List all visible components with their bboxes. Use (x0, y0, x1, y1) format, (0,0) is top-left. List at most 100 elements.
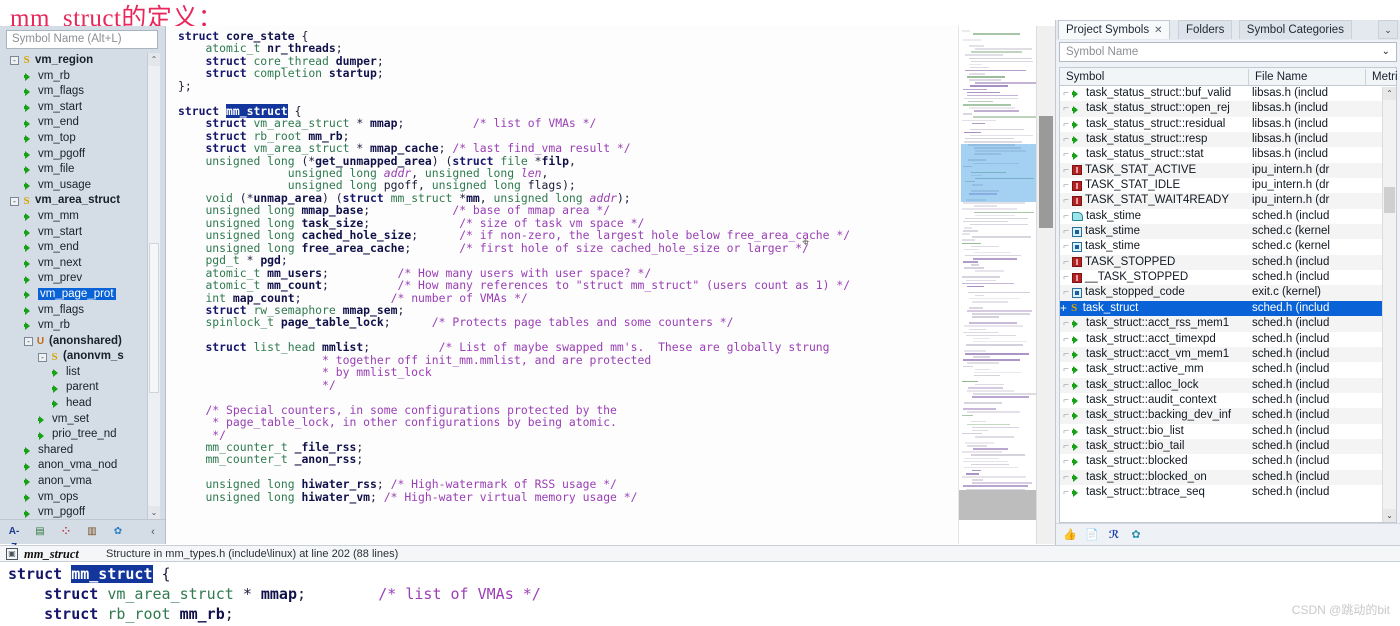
symbol-tree-item[interactable]: vm_end (4, 115, 160, 131)
list-view-icon[interactable]: ▤ (32, 524, 48, 540)
symbol-row[interactable]: ⌐ task_stime sched.h (includ (1060, 209, 1396, 224)
column-header-symbol[interactable]: Symbol (1060, 68, 1248, 86)
context-preview-pane[interactable]: struct mm_struct { struct vm_area_struct… (0, 562, 1400, 626)
scroll-up-icon[interactable]: ⌃ (148, 53, 160, 66)
symbol-type-icon[interactable]: ⁘ (58, 524, 74, 540)
scrollbar-thumb[interactable] (149, 243, 159, 393)
scroll-down-icon[interactable]: ⌄ (148, 506, 160, 519)
symbol-row[interactable]: ⌐ TASK_STAT_ACTIVE ipu_intern.h (dr (1060, 162, 1396, 179)
symbol-row[interactable]: ⌐ TASK_STOPPED sched.h (includ (1060, 254, 1396, 271)
symbol-row[interactable]: ⌐ task_struct::active_mm sched.h (includ (1060, 362, 1396, 377)
tab-folders[interactable]: Folders (1178, 20, 1233, 39)
close-icon[interactable]: ✕ (1154, 25, 1162, 36)
symbol-row[interactable]: ⌐ task_struct::bio_list sched.h (includ (1060, 424, 1396, 439)
scroll-down-icon[interactable]: ⌄ (1383, 509, 1396, 522)
symbol-tree-item[interactable]: - (anonshared) (4, 334, 160, 350)
symbol-tree-item[interactable]: vm_pgoff (4, 505, 160, 519)
symbol-tree-item[interactable]: - (anonvm_s (4, 349, 160, 365)
symbol-tree-item[interactable]: vm_ops (4, 490, 160, 506)
settings-gear-icon[interactable]: ✿ (1128, 527, 1144, 543)
symbol-list-scrollbar[interactable]: ⌃ ⌄ (1382, 87, 1396, 522)
page-marker-icon[interactable]: 📄 (1084, 527, 1100, 543)
symbol-row[interactable]: ⌐ task_status_struct::resp libsas.h (inclu… (1060, 132, 1396, 148)
symbol-row[interactable]: ⌐ task_status_struct::open_rej libsas.h (i… (1060, 101, 1396, 117)
symbol-row[interactable]: ⌐ task_struct::audit_context sched.h (incl… (1060, 393, 1396, 408)
symbol-tree-item[interactable]: vm_page_prot (4, 287, 160, 303)
symbol-row[interactable]: ⌐ task_struct::backing_dev_inf sched.h (in… (1060, 408, 1396, 424)
symbol-row[interactable]: ⌐ task_struct::alloc_lock sched.h (includ (1060, 377, 1396, 393)
collapse-panel-icon[interactable]: ‹ (145, 524, 161, 540)
symbol-row[interactable]: ⌐ task_stopped_code exit.c (kernel) (1060, 285, 1396, 301)
column-header-file-name[interactable]: File Name (1249, 68, 1379, 86)
symbol-tree-item[interactable]: vm_mm (4, 209, 160, 225)
symbol-tree-item[interactable]: parent (4, 380, 160, 396)
column-header-metric[interactable]: Metri (1366, 68, 1398, 86)
symbol-row[interactable]: ⌐ task_struct::blocked_on sched.h (includ (1060, 469, 1396, 485)
symbol-row[interactable]: ⌐ task_struct::btrace_seq sched.h (includ (1060, 485, 1396, 500)
symbol-tree-item[interactable]: vm_rb (4, 318, 160, 334)
symbol-row[interactable]: ⌐ task_stime sched.c (kernel (1060, 239, 1396, 254)
tree-expander-icon[interactable]: - (38, 352, 47, 362)
symbol-tree-item[interactable]: head (4, 396, 160, 412)
symbol-tree-item[interactable]: vm_flags (4, 303, 160, 319)
symbol-tree-item[interactable]: vm_file (4, 162, 160, 178)
symbol-tree-item[interactable]: vm_set (4, 412, 160, 428)
symbol-tree-item[interactable]: vm_next (4, 256, 160, 272)
scroll-up-icon[interactable]: ⌃ (1383, 87, 1396, 100)
tab-overflow-chevron-down-icon[interactable]: ⌄ (1378, 20, 1398, 39)
symbol-tree-item[interactable]: prio_tree_nd (4, 427, 160, 443)
macro-icon (1072, 272, 1082, 283)
symbol-row[interactable]: ⌐ task_struct::blocked sched.h (includ (1060, 454, 1396, 469)
symbol-row[interactable]: ⌐ task_status_struct::stat libsas.h (inclu… (1060, 147, 1396, 162)
symbol-row[interactable]: ⌐ task_struct::acct_vm_mem1 sched.h (inclu… (1060, 346, 1396, 363)
symbol-tree-item[interactable]: vm_rb (4, 69, 160, 85)
symbol-tree-scrollbar[interactable]: ⌃ ⌄ (147, 53, 160, 519)
symbol-tree-item[interactable]: - vm_region (4, 53, 160, 69)
symbol-row[interactable]: ⌐ task_stime sched.c (kernel (1060, 224, 1396, 240)
symbol-tree-item[interactable]: vm_usage (4, 178, 160, 194)
symbol-row[interactable]: ⌐ task_status_struct::residual libsas.h (i… (1060, 117, 1396, 132)
filter-chevron-down-icon[interactable]: ⌄ (1382, 46, 1390, 57)
code-minimap[interactable] (958, 26, 1055, 544)
book-icon[interactable]: ▥ (84, 524, 100, 540)
relation-icon[interactable]: ℛ (1106, 527, 1122, 543)
tree-expander-icon[interactable]: - (10, 196, 19, 206)
symbol-row[interactable]: ⌐ task_struct::bio_tail sched.h (includ (1060, 438, 1396, 455)
symbol-tree-item[interactable]: - vm_area_struct (4, 193, 160, 209)
symbol-row[interactable]: ⌐ task_struct::acct_rss_mem1 sched.h (incl… (1060, 316, 1396, 332)
symbol-tree-item[interactable]: vm_top (4, 131, 160, 147)
symbol-tree-item[interactable]: vm_flags (4, 84, 160, 100)
symbol-results-list[interactable]: ⌐ task_status_struct::buf_valid libsas.h (… (1059, 86, 1397, 523)
symbol-name-search-input[interactable]: Symbol Name (Alt+L) (6, 30, 158, 49)
tree-expander-icon[interactable]: - (24, 336, 33, 346)
code-editor[interactable]: struct core_state { atomic_t nr_threads;… (166, 26, 966, 544)
symbol-row[interactable]: ⌐ TASK_STAT_IDLE ipu_intern.h (dr (1060, 178, 1396, 193)
symbol-tree-item[interactable]: shared (4, 443, 160, 459)
symbol-tree-item[interactable]: vm_pgoff (4, 147, 160, 163)
symbol-tree-item[interactable]: vm_start (4, 225, 160, 241)
minimap-scrollbar[interactable] (1036, 26, 1055, 544)
scrollbar-thumb[interactable] (1384, 187, 1395, 213)
tab-project-symbols[interactable]: Project Symbols ✕ (1058, 20, 1171, 39)
symbol-tree-item[interactable]: vm_end (4, 240, 160, 256)
symbol-tree[interactable]: - vm_region vm_rb vm_flags vm_start vm_end vm_… (4, 53, 160, 519)
tree-expander-icon[interactable]: + (1060, 303, 1067, 315)
symbol-tree-item[interactable]: list (4, 365, 160, 381)
symbol-row[interactable]: + task_struct sched.h (includ (1060, 300, 1396, 317)
symbol-filter-input[interactable]: Symbol Name (1059, 42, 1397, 62)
thumbs-up-icon[interactable]: 👍 (1062, 527, 1078, 543)
symbol-tree-item[interactable]: vm_prev (4, 271, 160, 287)
sort-alpha-icon[interactable]: A-Z (6, 524, 22, 553)
symbol-row[interactable]: ⌐ TASK_STAT_WAIT4READY ipu_intern.h (dr (1060, 193, 1396, 209)
settings-gear-icon[interactable]: ✿ (110, 524, 126, 540)
minimap-scroll-thumb[interactable] (1039, 116, 1053, 228)
minimap-viewport[interactable] (961, 144, 1037, 202)
symbol-tree-item[interactable]: anon_vma_nod (4, 458, 160, 474)
symbol-tree-item[interactable]: vm_start (4, 100, 160, 116)
symbol-tree-item[interactable]: anon_vma (4, 474, 160, 490)
symbol-row[interactable]: ⌐ task_struct::acct_timexpd sched.h (inclu… (1060, 332, 1396, 347)
tab-symbol-categories[interactable]: Symbol Categories (1238, 20, 1352, 39)
symbol-row[interactable]: ⌐ task_status_struct::buf_valid libsas.h (… (1060, 86, 1396, 101)
tree-expander-icon[interactable]: - (10, 56, 19, 66)
symbol-row[interactable]: ⌐ __TASK_STOPPED sched.h (includ (1060, 270, 1396, 285)
